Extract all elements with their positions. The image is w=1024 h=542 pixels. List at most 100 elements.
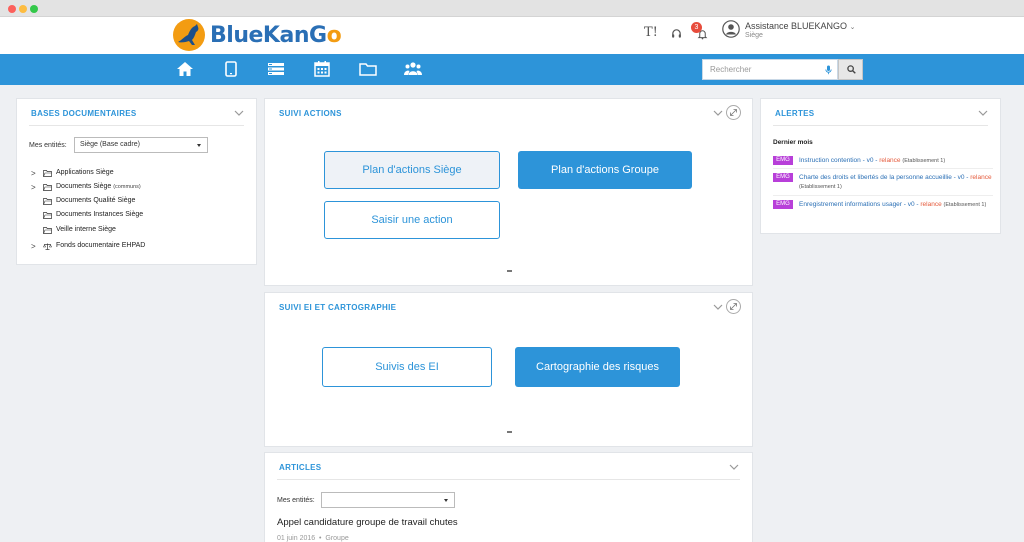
button-label: Saisir une action bbox=[371, 214, 453, 226]
tree-item-label: Documents Instances Siège bbox=[56, 211, 144, 218]
chevron-right-icon[interactable]: > bbox=[31, 169, 36, 178]
chevron-down-icon[interactable] bbox=[713, 302, 723, 312]
divider bbox=[773, 168, 993, 169]
panel-title: SUIVI EI ET CARTOGRAPHIE bbox=[279, 303, 397, 312]
tree-item-label: Veille interne Siège bbox=[56, 226, 116, 233]
folder-open-icon bbox=[43, 212, 52, 219]
notification-badge: 3 bbox=[691, 22, 702, 33]
alert-etablissement: (Etablissement 1) bbox=[799, 184, 842, 190]
alert-text: Enregistrement informations usager - v0 … bbox=[799, 200, 993, 210]
divider bbox=[773, 125, 988, 126]
scales-icon bbox=[43, 243, 52, 250]
emg-badge: EMG bbox=[773, 173, 793, 182]
tree-item-name: Documents Siège bbox=[56, 183, 112, 190]
text-size-icon[interactable]: T! bbox=[644, 25, 658, 40]
close-window-button[interactable] bbox=[8, 5, 16, 13]
alert-title: Charte des droits et libertés de la pers… bbox=[799, 174, 969, 181]
list-icon[interactable] bbox=[266, 60, 286, 78]
minimize-window-button[interactable] bbox=[19, 5, 27, 13]
main-nav: Rechercher bbox=[0, 54, 1024, 85]
entities-select[interactable]: Siège (Base cadre) bbox=[74, 137, 208, 153]
suivis-ei-button[interactable]: Suivis des EI bbox=[322, 347, 492, 387]
tree-item-label: Documents Siège (communs) bbox=[56, 183, 141, 190]
user-site: Siège bbox=[745, 32, 763, 39]
app-header: BlueKanGo T! 3 Assistance BLUEKANGO ⌄ Si… bbox=[0, 17, 1024, 54]
chevron-down-icon[interactable] bbox=[713, 108, 723, 118]
folder-open-icon bbox=[43, 227, 52, 234]
entities-label: Mes entités: bbox=[29, 142, 67, 149]
cartographie-risques-button[interactable]: Cartographie des risques bbox=[515, 347, 680, 387]
divider bbox=[773, 195, 993, 196]
tablet-icon[interactable] bbox=[221, 60, 241, 78]
kangaroo-logo-icon bbox=[173, 19, 205, 51]
resize-handle[interactable] bbox=[507, 431, 512, 433]
button-label: Plan d'actions Siège bbox=[362, 164, 462, 176]
microphone-icon[interactable] bbox=[825, 65, 832, 75]
folder-open-icon bbox=[43, 170, 52, 177]
caret-down-icon bbox=[444, 499, 448, 502]
article-date: 01 juin 2016 bbox=[277, 535, 316, 542]
chevron-right-icon[interactable]: > bbox=[31, 242, 36, 251]
button-label: Plan d'actions Groupe bbox=[551, 164, 659, 176]
search-input[interactable]: Rechercher bbox=[702, 59, 838, 80]
divider bbox=[29, 125, 244, 126]
chevron-down-icon[interactable] bbox=[978, 108, 988, 118]
calendar-icon[interactable] bbox=[312, 60, 332, 78]
button-label: Suivis des EI bbox=[375, 361, 439, 373]
avatar[interactable] bbox=[722, 20, 740, 38]
alerts-period: Dernier mois bbox=[773, 139, 813, 146]
suivi-ei-panel: SUIVI EI ET CARTOGRAPHIE Suivis des EI C… bbox=[264, 292, 753, 447]
tree-item-label: Fonds documentaire EHPAD bbox=[56, 242, 146, 249]
user-menu[interactable]: Assistance BLUEKANGO ⌄ bbox=[745, 21, 855, 31]
expand-button[interactable] bbox=[726, 299, 741, 314]
alert-etablissement: (Etablissement 1) bbox=[943, 202, 987, 208]
folder-icon[interactable] bbox=[358, 60, 378, 78]
window-titlebar bbox=[0, 0, 1024, 17]
panel-title: ARTICLES bbox=[279, 463, 322, 472]
alert-text: Instruction contention - v0 - relance (E… bbox=[799, 156, 993, 166]
alert-status: relance bbox=[879, 157, 901, 164]
expand-button[interactable] bbox=[726, 105, 741, 120]
headset-icon[interactable] bbox=[671, 28, 682, 39]
suivi-actions-panel: SUIVI ACTIONS Plan d'actions Siège Plan … bbox=[264, 98, 753, 286]
caret-down-icon bbox=[197, 144, 201, 147]
articles-panel: ARTICLES Mes entités: Appel candidature … bbox=[264, 452, 753, 542]
maximize-window-button[interactable] bbox=[30, 5, 38, 13]
panel-title: ALERTES bbox=[775, 109, 815, 118]
article-group: Groupe bbox=[325, 535, 349, 542]
plan-actions-groupe-button[interactable]: Plan d'actions Groupe bbox=[518, 151, 692, 189]
alert-item[interactable]: EMG Charte des droits et libertés de la … bbox=[773, 173, 993, 193]
bases-documentaires-panel: BASES DOCUMENTAIRES Mes entités: Siège (… bbox=[16, 98, 257, 265]
expand-icon bbox=[730, 109, 737, 116]
folder-open-icon bbox=[43, 184, 52, 191]
chevron-down-icon[interactable] bbox=[729, 462, 739, 472]
emg-badge: EMG bbox=[773, 200, 793, 209]
resize-handle[interactable] bbox=[507, 270, 512, 272]
alert-status: relance bbox=[920, 201, 942, 208]
alert-item[interactable]: EMG Enregistrement informations usager -… bbox=[773, 200, 993, 220]
saisir-action-button[interactable]: Saisir une action bbox=[324, 201, 500, 239]
chevron-down-icon[interactable] bbox=[234, 108, 244, 118]
alert-text: Charte des droits et libertés de la pers… bbox=[799, 173, 993, 192]
chevron-right-icon[interactable]: > bbox=[31, 183, 36, 192]
group-icon[interactable] bbox=[403, 60, 423, 78]
search-button[interactable] bbox=[838, 59, 863, 80]
alert-title: Instruction contention - v0 - bbox=[799, 157, 878, 164]
alert-item[interactable]: EMG Instruction contention - v0 - relanc… bbox=[773, 156, 993, 166]
entities-label: Mes entités: bbox=[277, 497, 315, 504]
meta-separator: • bbox=[319, 535, 322, 542]
chevron-down-icon: ⌄ bbox=[849, 24, 856, 31]
folder-open-icon bbox=[43, 198, 52, 205]
panel-title: BASES DOCUMENTAIRES bbox=[31, 109, 137, 118]
entities-select[interactable] bbox=[321, 492, 455, 508]
tree-item-label: Applications Siège bbox=[56, 169, 114, 176]
brand-logo[interactable]: BlueKanGo bbox=[172, 18, 342, 52]
divider bbox=[277, 479, 740, 480]
entities-select-value: Siège (Base cadre) bbox=[80, 141, 140, 148]
plan-actions-siege-button[interactable]: Plan d'actions Siège bbox=[324, 151, 500, 189]
article-title[interactable]: Appel candidature groupe de travail chut… bbox=[277, 517, 458, 528]
home-icon[interactable] bbox=[175, 60, 195, 78]
expand-icon bbox=[730, 303, 737, 310]
search-icon bbox=[847, 65, 856, 74]
button-label: Cartographie des risques bbox=[536, 361, 659, 373]
